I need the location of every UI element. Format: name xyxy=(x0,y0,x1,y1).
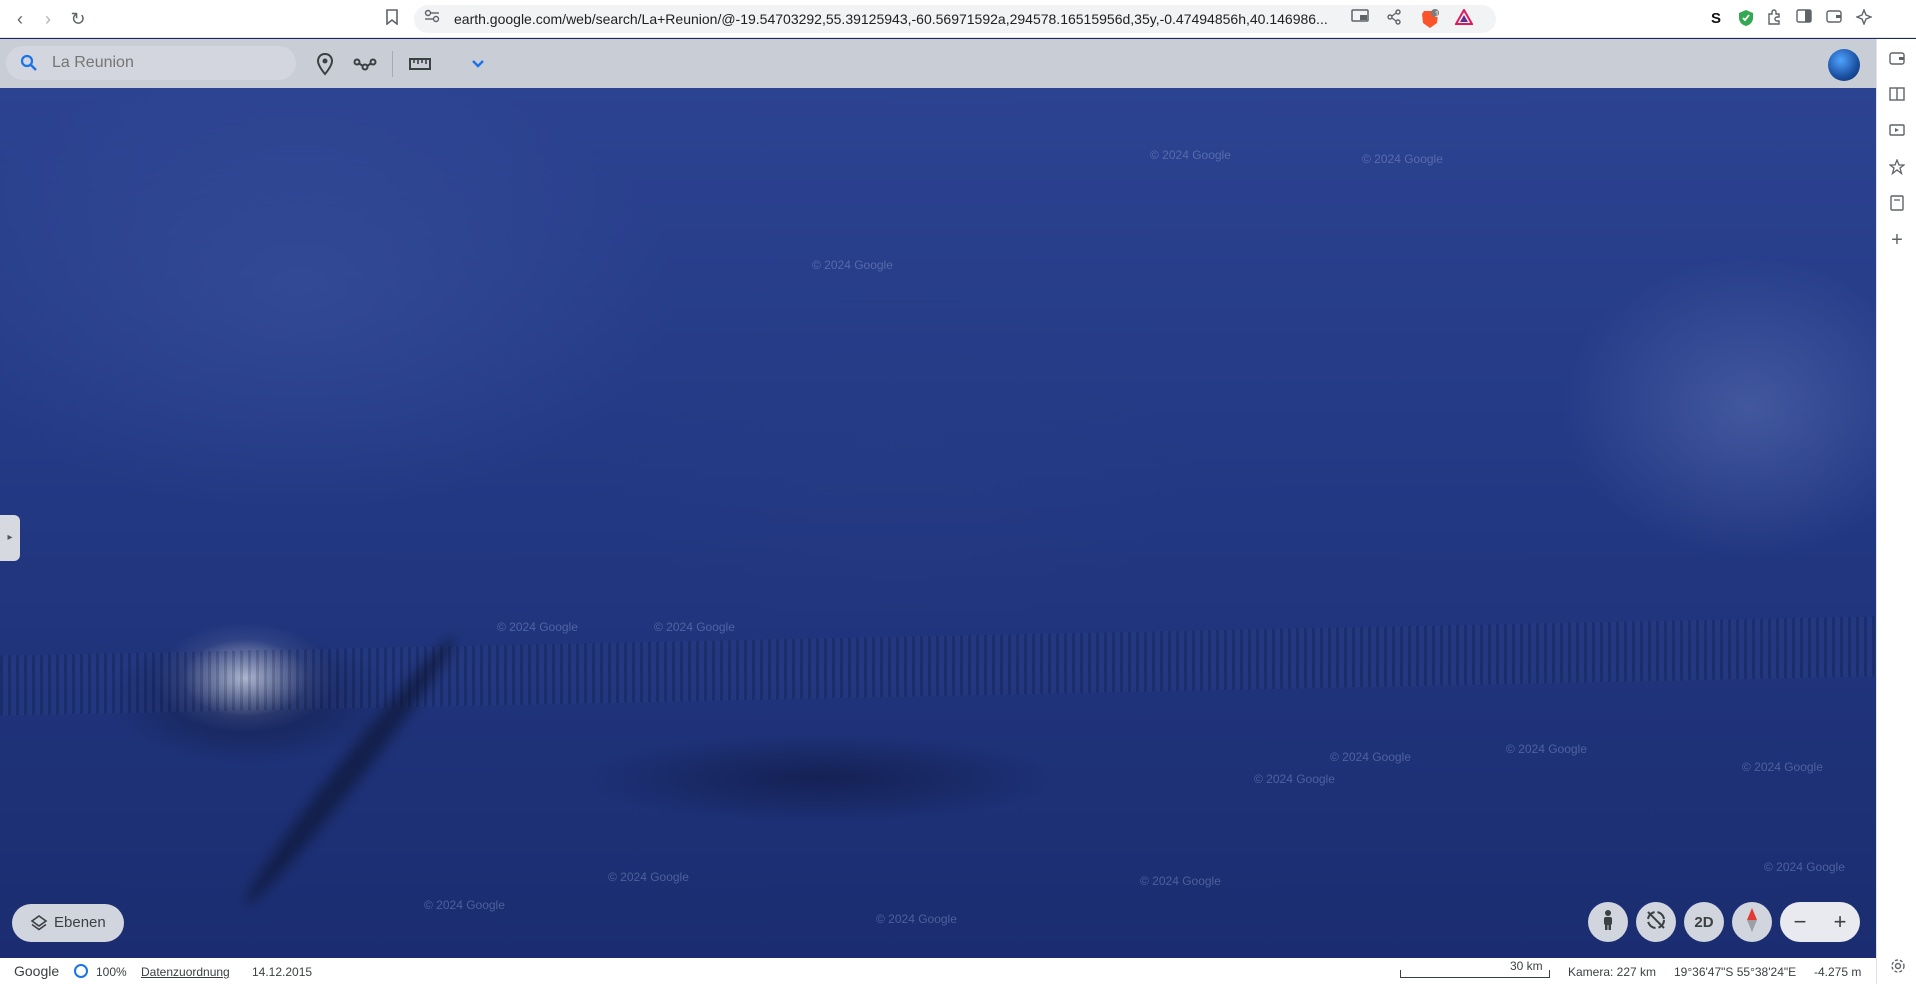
rotate-view-button[interactable] xyxy=(1636,902,1676,942)
layers-icon xyxy=(30,914,48,932)
brave-badge: 1 xyxy=(1434,10,1440,19)
layers-label: Ebenen xyxy=(54,914,106,931)
expand-panel-handle[interactable]: ▸ xyxy=(0,515,20,561)
zoom-in-button[interactable]: + xyxy=(1820,902,1860,942)
compass-button[interactable] xyxy=(1732,902,1772,942)
layers-button[interactable]: Ebenen xyxy=(12,904,124,942)
map-watermark: © 2024 Google xyxy=(1742,760,1823,774)
browser-side-panel: + xyxy=(1876,39,1916,984)
elevation: -4.275 m xyxy=(1814,965,1862,979)
placemark-icon[interactable] xyxy=(312,51,338,77)
wallet-icon[interactable] xyxy=(1824,9,1844,29)
bookmarks-star-icon[interactable] xyxy=(1888,158,1906,177)
load-percent: 100% xyxy=(96,965,127,979)
toggle-2d-button[interactable]: 2D xyxy=(1684,902,1724,942)
coordinates: 19°36'47"S 55°38'24"E xyxy=(1674,965,1797,979)
brave-rewards-icon[interactable] xyxy=(1454,7,1474,29)
map-watermark: © 2024 Google xyxy=(608,870,689,884)
loading-indicator-icon xyxy=(74,964,88,978)
add-panel-icon[interactable]: + xyxy=(1888,230,1906,250)
leo-ai-icon[interactable] xyxy=(1854,8,1874,29)
ruler-icon[interactable] xyxy=(407,51,433,77)
map-watermark: © 2024 Google xyxy=(1150,148,1231,162)
street-view-button[interactable] xyxy=(1588,902,1628,942)
map-watermark: © 2024 Google xyxy=(1140,874,1221,888)
compass-icon xyxy=(1747,908,1757,932)
earth-toolbar xyxy=(0,39,1876,88)
imagery-date: 14.12.2015 xyxy=(252,965,313,979)
reading-list-icon[interactable] xyxy=(1888,87,1906,105)
search-input[interactable] xyxy=(52,46,282,80)
map-watermark: © 2024 Google xyxy=(1362,152,1443,166)
extension-s-icon[interactable]: S xyxy=(1706,9,1726,29)
chevron-down-icon[interactable] xyxy=(465,51,491,77)
camera-altitude: Kamera: 227 km xyxy=(1568,965,1657,979)
search-box[interactable] xyxy=(6,46,296,80)
pegman-icon xyxy=(1604,910,1612,930)
map-watermark: © 2024 Google xyxy=(654,620,735,634)
zoom-controls: − + xyxy=(1780,902,1860,942)
search-icon[interactable] xyxy=(20,54,38,72)
share-icon[interactable] xyxy=(1384,9,1404,29)
map-watermark: © 2024 Google xyxy=(1506,742,1587,756)
playlist-icon[interactable] xyxy=(1888,123,1906,141)
url-text[interactable]: earth.google.com/web/search/La+Reunion/@… xyxy=(454,11,1334,27)
map-watermark: © 2024 Google xyxy=(424,898,505,912)
path-icon[interactable] xyxy=(352,51,378,77)
browser-toolbar: ‹ › ↻ earth.google.com/web/search/La+Reu… xyxy=(0,0,1916,38)
map-watermark: © 2024 Google xyxy=(1330,750,1411,764)
toolbar-divider xyxy=(392,51,393,77)
scale-label: 30 km xyxy=(1510,959,1543,973)
zoom-out-button[interactable]: − xyxy=(1780,902,1820,942)
attribution-link[interactable]: Datenzuordnung xyxy=(141,965,230,979)
map-watermark: © 2024 Google xyxy=(497,620,578,634)
status-bar: Google 100% Datenzuordnung 14.12.2015 30… xyxy=(0,958,1876,984)
map-watermark: © 2024 Google xyxy=(876,912,957,926)
forward-icon[interactable]: › xyxy=(38,9,58,29)
map-watermark: © 2024 Google xyxy=(1254,772,1335,786)
cast-icon[interactable] xyxy=(1350,9,1370,29)
puzzle-icon[interactable] xyxy=(1764,9,1784,29)
google-logo: Google xyxy=(14,963,60,979)
avatar[interactable] xyxy=(1828,49,1860,81)
wallet-panel-icon[interactable] xyxy=(1888,51,1906,69)
map-watermark: © 2024 Google xyxy=(1764,860,1845,874)
map-watermark: © 2024 Google xyxy=(812,258,893,272)
shield-check-icon[interactable] xyxy=(1736,9,1756,29)
history-icon[interactable] xyxy=(1888,195,1906,213)
reload-icon[interactable]: ↻ xyxy=(68,9,88,29)
map-canvas[interactable]: © 2024 Google © 2024 Google © 2024 Googl… xyxy=(0,88,1876,958)
sidebar-toggle-icon[interactable] xyxy=(1794,9,1814,29)
seafloor-ridge xyxy=(0,616,1876,716)
gear-icon[interactable] xyxy=(1888,958,1908,978)
address-bar[interactable]: earth.google.com/web/search/La+Reunion/@… xyxy=(414,5,1496,33)
site-settings-icon[interactable] xyxy=(422,9,442,29)
bookmark-icon[interactable] xyxy=(382,9,402,29)
rotate-off-icon xyxy=(1647,911,1665,929)
back-icon[interactable]: ‹ xyxy=(10,9,30,29)
